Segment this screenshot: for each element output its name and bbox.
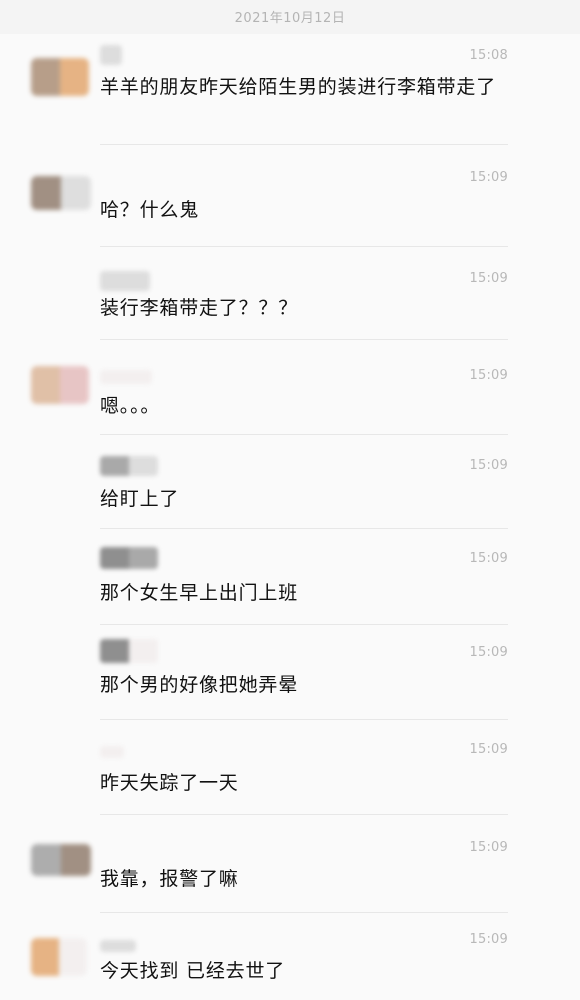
message-divider <box>100 814 508 815</box>
sender-name-blur <box>100 746 124 758</box>
message-time: 15:09 <box>469 742 508 757</box>
avatar-image <box>31 938 87 976</box>
sender-name-blur <box>100 639 158 663</box>
message-text: 装行李箱带走了？？？ <box>100 297 299 319</box>
date-header: 2021年10月12日 <box>234 11 346 26</box>
message-list[interactable]: 15:08 羊羊的朋友昨天给陌生男的装进行李箱带走了 15:09 哈？什么鬼 1… <box>0 34 580 1000</box>
message-divider <box>100 339 508 340</box>
sender-name-blur <box>100 456 158 476</box>
avatar[interactable] <box>31 938 87 976</box>
message-time: 15:09 <box>469 551 508 566</box>
message-text: 羊羊的朋友昨天给陌生男的装进行李箱带走了 <box>100 76 497 98</box>
message-divider <box>100 624 508 625</box>
chat-window: 2021年10月12日 15:08 羊羊的朋友昨天给陌生男的装进行李箱带走了 1… <box>0 0 580 1000</box>
message-text: 今天找到 已经去世了 <box>100 960 286 982</box>
message-time: 15:09 <box>469 368 508 383</box>
avatar[interactable] <box>31 366 89 404</box>
message-time: 15:09 <box>469 170 508 185</box>
avatar[interactable] <box>31 176 91 210</box>
message-time: 15:09 <box>469 932 508 947</box>
message-divider <box>100 719 508 720</box>
message-text: 昨天失踪了一天 <box>100 772 239 794</box>
avatar-image <box>31 366 89 404</box>
message-divider <box>100 912 508 913</box>
message-time: 15:09 <box>469 840 508 855</box>
avatar-image <box>31 176 91 210</box>
message-time: 15:08 <box>469 48 508 63</box>
message-text: 我靠，报警了嘛 <box>100 868 239 890</box>
message-text: 嗯。。。 <box>100 395 161 417</box>
message-divider <box>100 528 508 529</box>
message-time: 15:09 <box>469 645 508 660</box>
message-time: 15:09 <box>469 271 508 286</box>
message-item[interactable]: 15:09 我靠，报警了嘛 <box>0 818 580 916</box>
sender-name-blur <box>100 45 122 65</box>
message-item[interactable]: 15:09 昨天失踪了一天 <box>0 722 580 818</box>
message-item[interactable]: 15:09 今天找到 已经去世了 <box>0 916 580 1000</box>
message-item[interactable]: 15:09 给盯上了 <box>0 436 580 531</box>
message-item[interactable]: 15:08 羊羊的朋友昨天给陌生男的装进行李箱带走了 <box>0 34 580 152</box>
sender-name-blur <box>100 940 136 952</box>
sender-name-blur <box>100 271 150 291</box>
message-text: 哈？什么鬼 <box>100 199 200 221</box>
avatar-image <box>31 58 89 96</box>
message-time: 15:09 <box>469 458 508 473</box>
avatar[interactable] <box>31 58 89 96</box>
avatar[interactable] <box>31 844 91 876</box>
message-item[interactable]: 15:09 哈？什么鬼 <box>0 152 580 247</box>
message-item[interactable]: 15:09 那个男的好像把她弄晕 <box>0 627 580 722</box>
sender-name-blur <box>100 370 152 384</box>
message-text: 那个女生早上出门上班 <box>100 582 299 604</box>
message-item[interactable]: 15:09 装行李箱带走了？？？ <box>0 247 580 342</box>
message-divider <box>100 144 508 145</box>
message-text: 那个男的好像把她弄晕 <box>100 674 299 696</box>
message-text: 给盯上了 <box>100 488 180 510</box>
message-divider <box>100 434 508 435</box>
sender-name-blur <box>100 547 158 569</box>
message-item[interactable]: 15:09 那个女生早上出门上班 <box>0 531 580 627</box>
message-item[interactable]: 15:09 嗯。。。 <box>0 342 580 436</box>
avatar-image <box>31 844 91 876</box>
